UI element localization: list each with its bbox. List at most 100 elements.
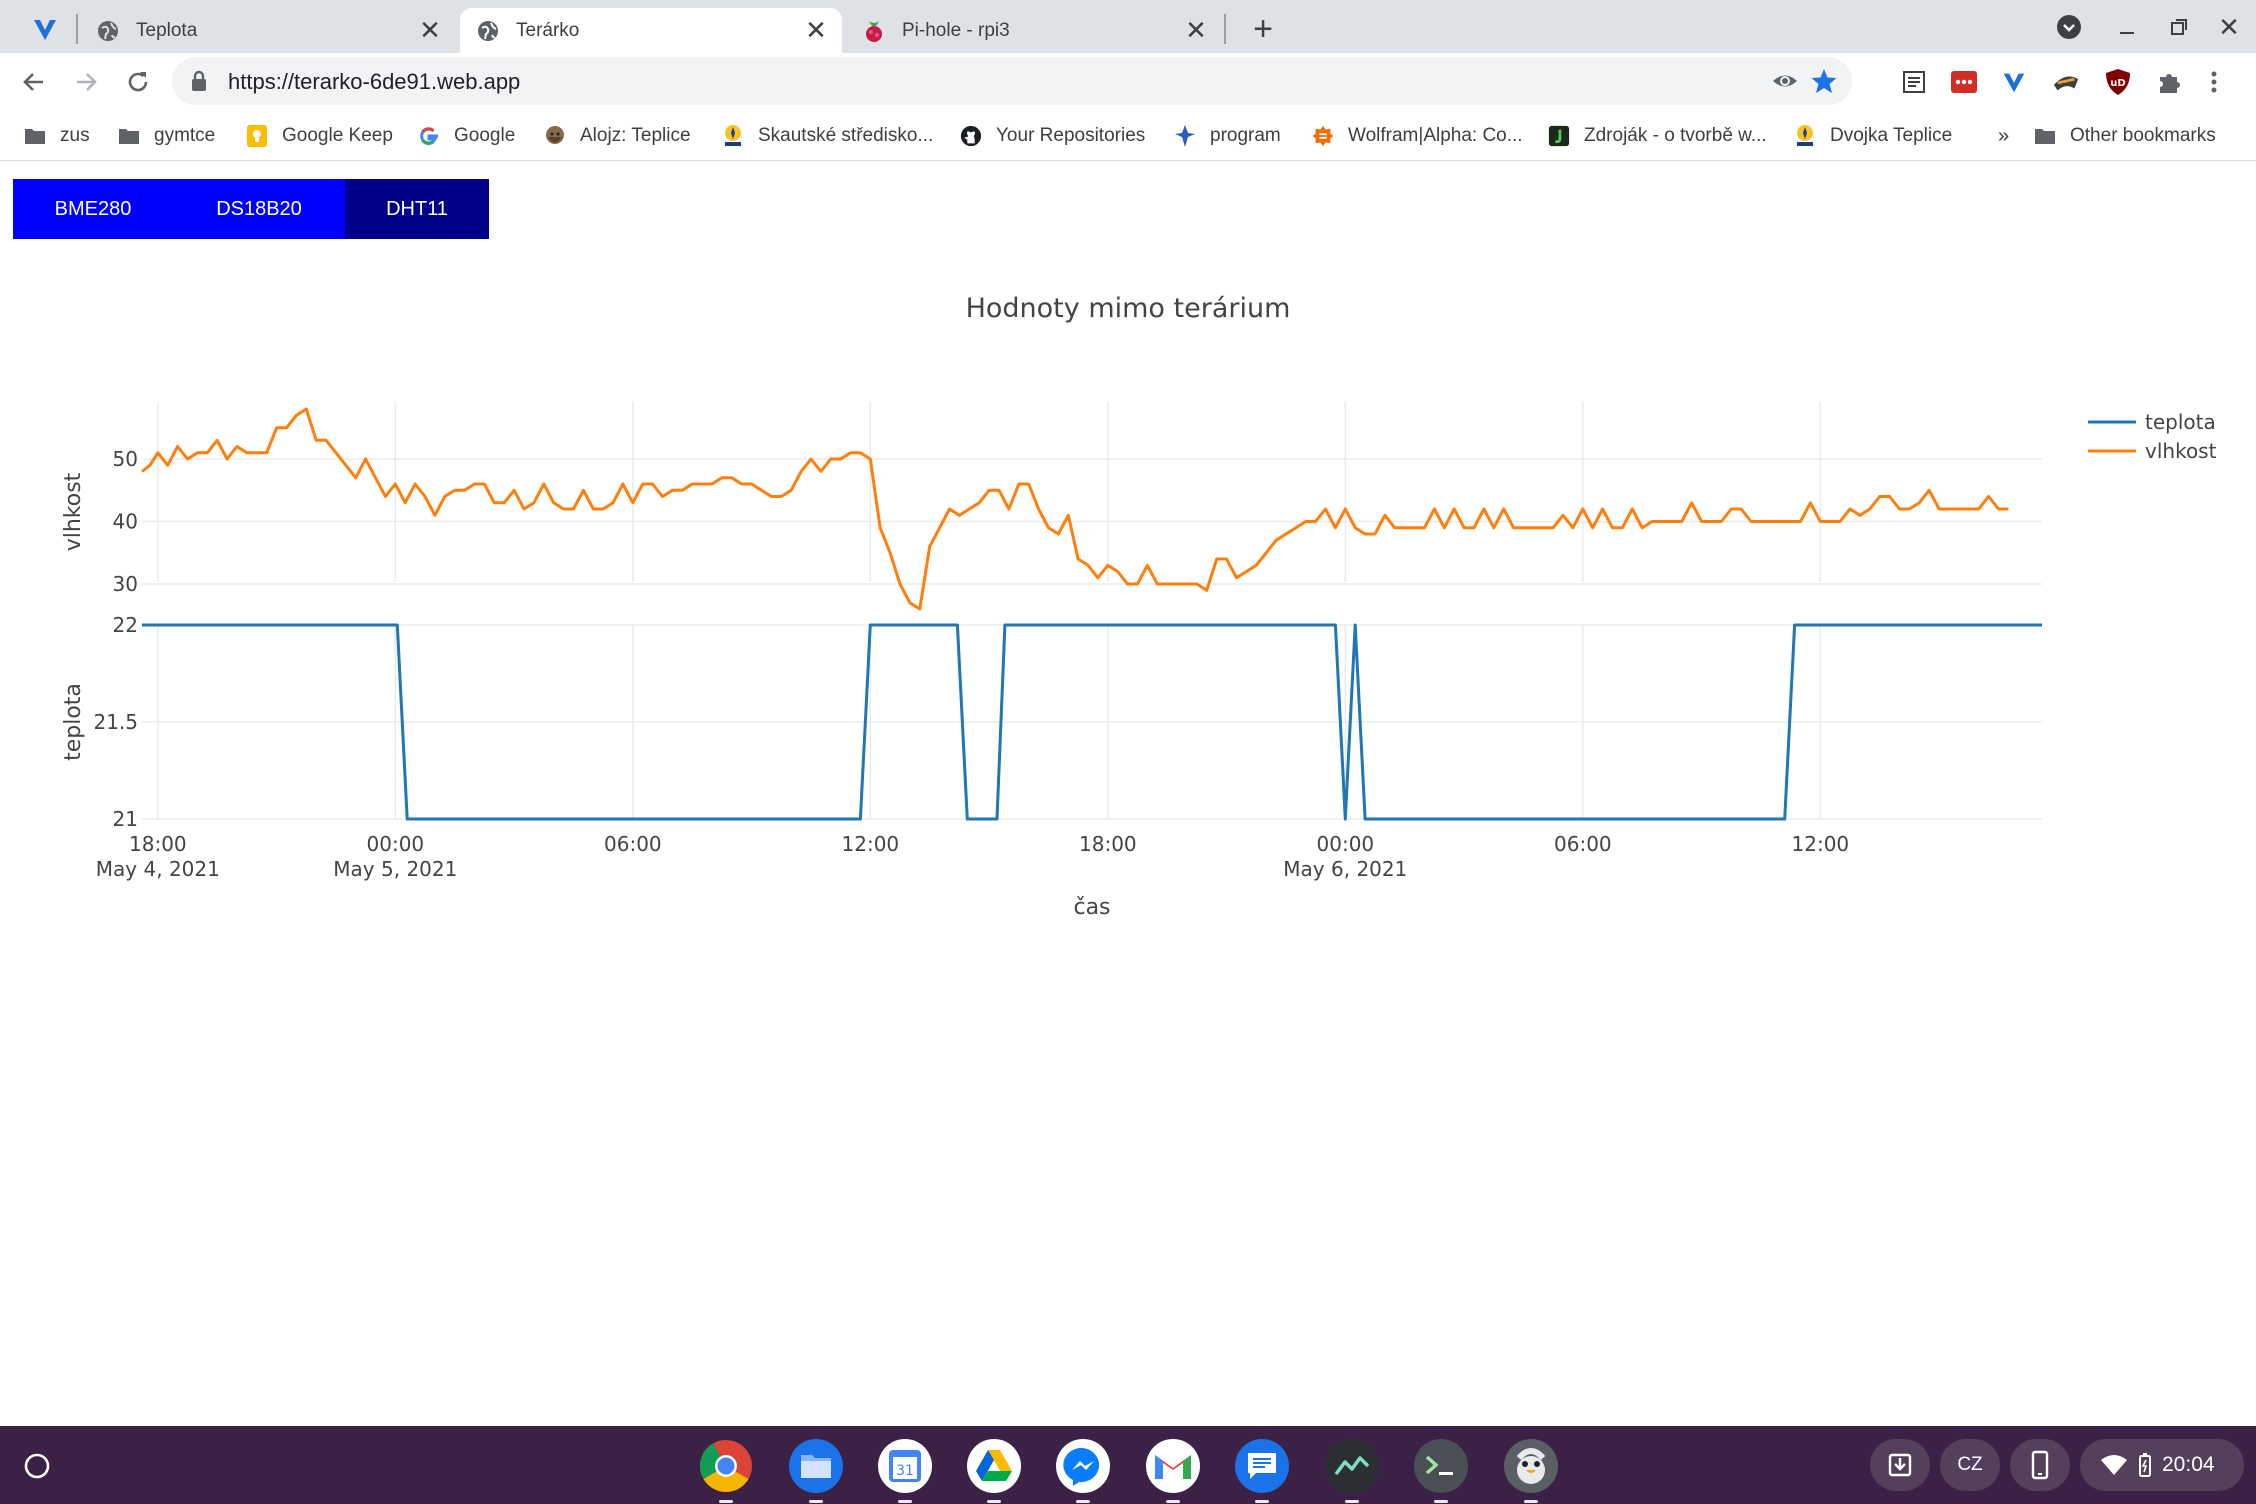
back-button[interactable] [16,64,52,100]
y-tick-label: 22 [113,613,138,637]
bookmark-label: gymtce [154,125,216,146]
globe-icon [96,19,120,43]
bookmark-zus[interactable]: zus [24,121,90,151]
bookmark-gymtce[interactable]: gymtce [118,121,215,151]
os-shelf: 31 CZ 20:04 [0,1426,2256,1504]
bookmark-google[interactable]: Google [418,121,515,151]
y-tick-label: 30 [113,572,138,596]
y-tick-label: 21 [113,807,138,831]
linux-icon[interactable] [1504,1439,1558,1503]
overflow-label: » [1998,124,2010,147]
tab-pihole[interactable]: Pi-hole - rpi3 ✕ [846,8,1222,53]
eye-icon[interactable] [1772,69,1798,98]
y-axis-label: teplota [61,683,86,761]
globe-icon [476,19,500,43]
y-axis-label: vlhkost [61,472,86,551]
github-icon [960,125,982,147]
lock-icon[interactable] [190,70,208,97]
series-line-vlhkost [141,407,2009,611]
new-tab-button[interactable]: + [1246,10,1280,48]
svg-text:uD: uD [2110,78,2125,89]
reader-mode-icon[interactable] [1900,68,1928,96]
drive-icon[interactable] [967,1439,1021,1503]
extension-icon[interactable] [30,14,60,44]
bookmark-wolfram[interactable]: Wolfram|Alpha: Co... [1312,121,1523,151]
bookmark-label: Wolfram|Alpha: Co... [1348,125,1523,146]
y-tick-label: 40 [113,510,138,534]
reload-button[interactable] [120,64,156,100]
x-axis-label: čas [1073,895,1110,920]
messenger-icon[interactable] [1056,1439,1110,1503]
lastpass-icon[interactable] [1950,68,1978,96]
phone-hub-button[interactable] [2010,1439,2070,1491]
menu-icon[interactable] [2200,68,2228,96]
tab-search-icon[interactable] [2054,12,2084,42]
tab-teplota[interactable]: Teplota ✕ [80,8,456,53]
bookmark-label: program [1210,125,1281,146]
files-icon[interactable] [789,1439,843,1503]
raspberry-icon [862,19,886,43]
scout-icon [722,125,744,147]
bookmark-github[interactable]: Your Repositories [960,121,1145,151]
activity-icon[interactable] [1325,1439,1379,1503]
chart-title: Hodnoty mimo terárium [966,293,1291,324]
minimize-icon[interactable] [2112,12,2142,42]
x-tick-label: 00:00 [1317,832,1375,856]
bookmark-alojz[interactable]: Alojz: Teplice [544,121,691,151]
url-text: https://terarko-6de91.web.app [228,69,521,94]
x-tick-label: 12:00 [1792,832,1850,856]
restore-icon[interactable] [2164,12,2194,42]
gmail-icon[interactable] [1146,1439,1200,1503]
close-window-icon[interactable]: ✕ [2214,12,2244,42]
x-tick-sublabel: May 4, 2021 [96,857,220,881]
close-icon[interactable]: ✕ [418,15,442,45]
y-tick-label: 50 [113,447,138,471]
browser-toolbar: https://terarko-6de91.web.app uD [0,53,2256,111]
address-bar[interactable]: https://terarko-6de91.web.app [172,57,1852,105]
x-tick-sublabel: May 5, 2021 [333,857,457,881]
bookmark-skautske[interactable]: Skautské středisko... [722,121,933,151]
bookmark-label: Other bookmarks [2070,125,2216,146]
legend-label: teplota [2145,410,2216,434]
launcher-button[interactable] [22,1451,52,1481]
calendar-icon[interactable]: 31 [878,1439,932,1503]
svg-text:31: 31 [896,1463,914,1479]
other-bookmarks[interactable]: Other bookmarks [2034,121,2216,151]
chart: 18:00May 4, 202100:00May 5, 202106:00 12:… [61,293,2217,920]
vpn-icon[interactable] [2000,68,2028,96]
forward-button[interactable] [68,64,104,100]
keep-icon [246,125,268,147]
chrome-icon[interactable] [699,1439,753,1503]
bookmark-google-keep[interactable]: Google Keep [246,121,393,151]
messages-icon[interactable] [1235,1439,1289,1503]
bookmark-program[interactable]: program [1174,121,1281,151]
close-icon[interactable]: ✕ [1184,15,1208,45]
folder-icon [24,125,46,147]
wolfram-icon [1312,125,1334,147]
bookmark-label: Dvojka Teplice [1830,125,1953,146]
bookmarks-overflow-button[interactable]: » [1998,121,2009,151]
x-tick-label: 18:00 [1079,832,1137,856]
alojz-icon [544,125,566,147]
ublock-icon[interactable]: uD [2104,68,2132,96]
terminal-icon[interactable] [1414,1439,1468,1503]
x-tick-sublabel: May 6, 2021 [1283,857,1407,881]
bookmark-star-icon[interactable] [1810,67,1838,100]
bookmark-dvojka[interactable]: Dvojka Teplice [1794,121,1952,151]
bookmark-zdrojak[interactable]: Zdroják - o tvorbě w... [1548,121,1767,151]
battery-icon [2139,1453,2151,1477]
close-icon[interactable]: ✕ [804,15,828,45]
extensions-puzzle-icon[interactable] [2156,68,2184,96]
status-area[interactable]: 20:04 [2080,1439,2244,1491]
keyboard-layout-button[interactable]: CZ [1940,1439,2000,1491]
tab-title: Pi-hole - rpi3 [902,19,1010,41]
x-tick-label: 00:00 [367,832,425,856]
x-tick-label: 06:00 [604,832,662,856]
mask-icon[interactable] [2052,68,2080,96]
legend-label: vlhkost [2145,439,2217,463]
scout-icon [1794,125,1816,147]
google-icon [418,125,440,147]
holding-space-button[interactable] [1870,1439,1930,1491]
zdrojak-icon [1548,125,1570,147]
tab-terarko[interactable]: Terárko ✕ [460,8,842,53]
